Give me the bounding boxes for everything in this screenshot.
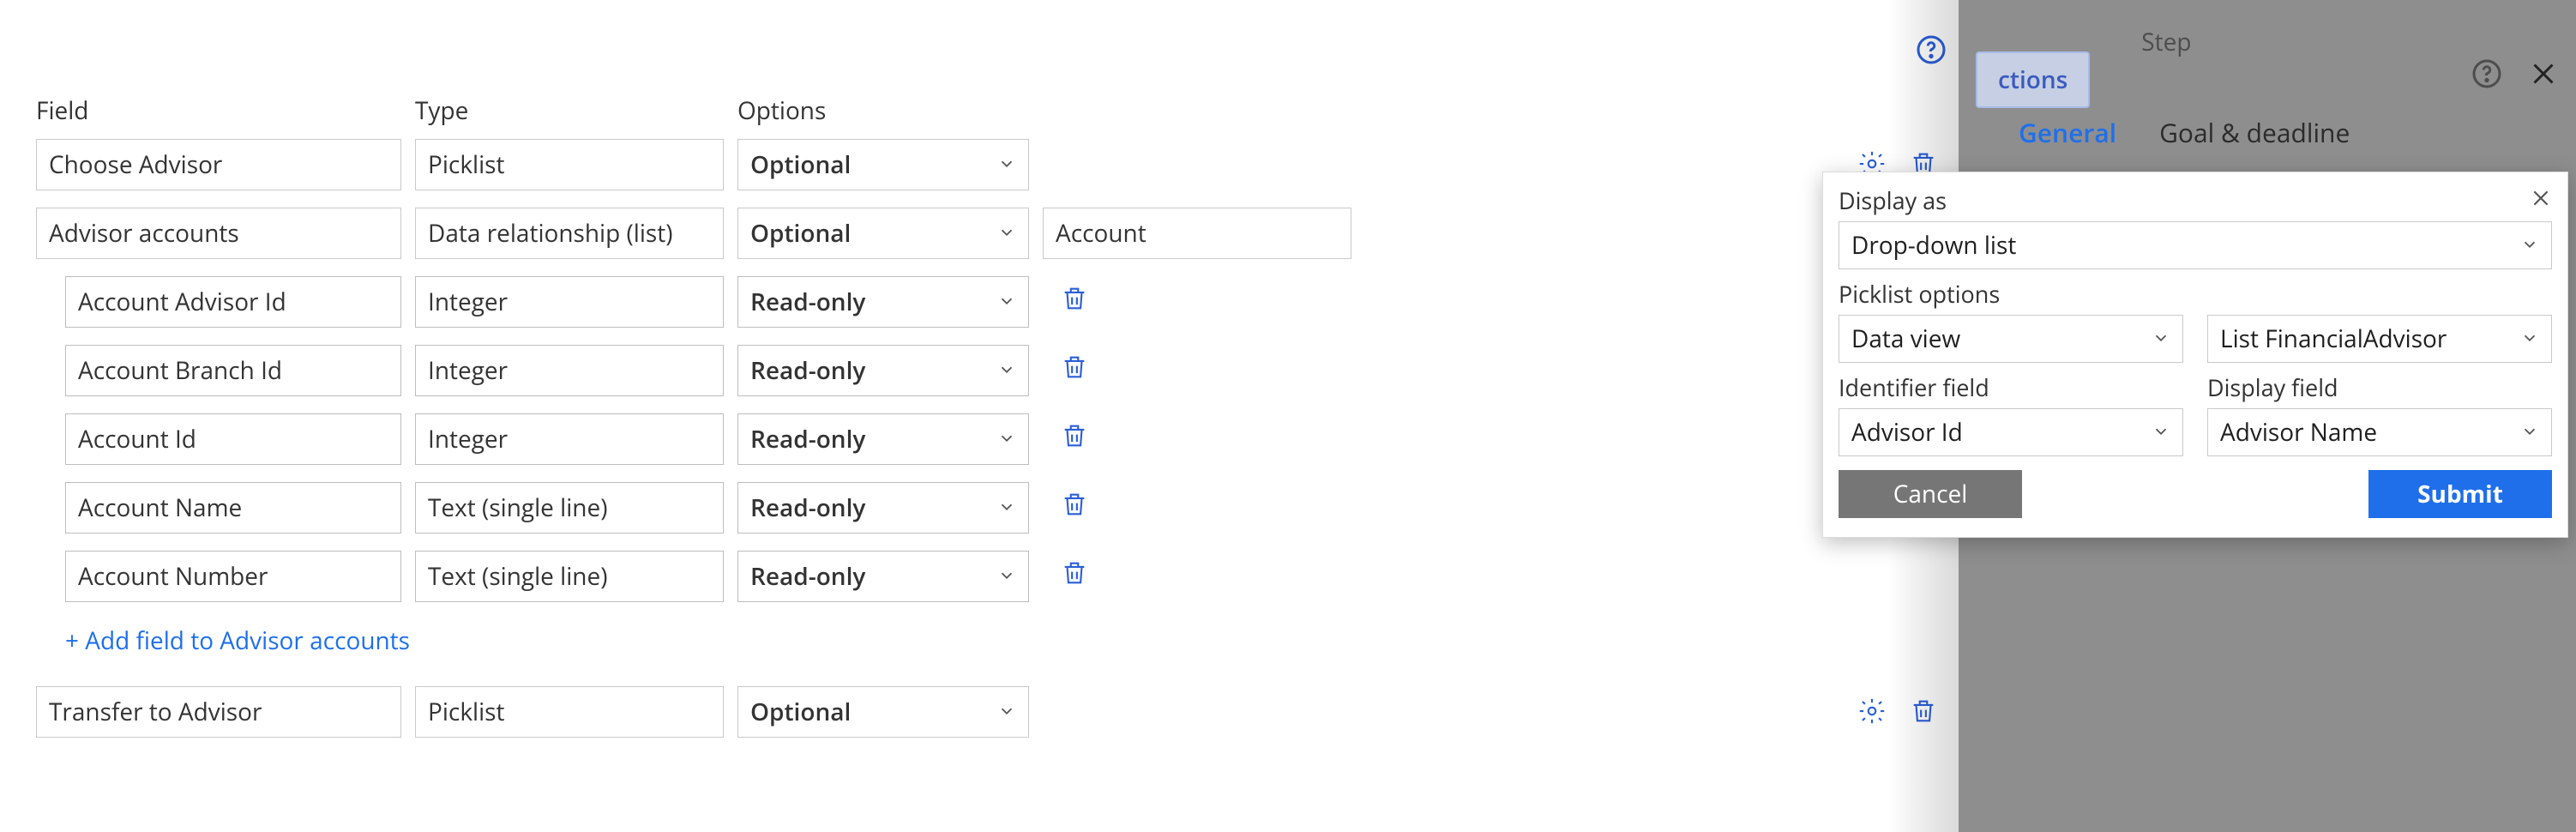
- picklist-options-select[interactable]: Data view: [1839, 315, 2183, 363]
- field-row-child: Account Advisor Id Integer Read-only: [17, 276, 1998, 328]
- chevron-down-icon: [2520, 323, 2539, 355]
- field-options-value: Read-only: [750, 423, 865, 455]
- tab-general[interactable]: General: [2019, 115, 2116, 150]
- display-as-value: Drop-down list: [1851, 229, 2016, 262]
- field-options-select[interactable]: Read-only: [737, 345, 1029, 396]
- field-row-child: Account Id Integer Read-only: [17, 413, 1998, 465]
- field-options-select[interactable]: Read-only: [737, 276, 1029, 328]
- chevron-down-icon: [2520, 416, 2539, 449]
- chevron-down-icon: [997, 423, 1016, 455]
- field-options-value: Read-only: [750, 491, 865, 524]
- field-options-select[interactable]: Optional: [737, 686, 1029, 738]
- chevron-down-icon: [997, 354, 1016, 387]
- display-field-select[interactable]: Advisor Name: [2207, 408, 2552, 456]
- submit-button[interactable]: Submit: [2368, 470, 2552, 518]
- field-reference-input[interactable]: Account: [1043, 208, 1351, 259]
- source-label: [2207, 278, 2213, 310]
- picklist-options-value: Data view: [1851, 323, 1960, 355]
- source-value: List FinancialAdvisor: [2220, 323, 2447, 355]
- field-row-advisor-accounts: Advisor accounts Data relationship (list…: [17, 208, 1998, 259]
- field-options-value: Read-only: [750, 354, 865, 387]
- field-options-select[interactable]: Read-only: [737, 482, 1029, 534]
- field-type-input[interactable]: Integer: [415, 276, 724, 328]
- chevron-down-icon: [2520, 229, 2539, 262]
- field-name-input[interactable]: Account Number: [65, 551, 401, 602]
- display-field-value: Advisor Name: [2220, 416, 2377, 449]
- field-row-child: Account Number Text (single line) Read-onl…: [17, 551, 1998, 602]
- add-field-link[interactable]: + Add field to Advisor accounts: [17, 624, 1998, 657]
- header-type: Type: [415, 94, 724, 127]
- field-options-value: Read-only: [750, 286, 865, 318]
- field-type-input[interactable]: Integer: [415, 345, 724, 396]
- identifier-field-value: Advisor Id: [1851, 416, 1963, 449]
- chevron-down-icon: [997, 286, 1016, 318]
- chevron-down-icon: [997, 148, 1016, 181]
- field-name-input[interactable]: Advisor accounts: [36, 208, 401, 259]
- field-row-choose-advisor: Choose Advisor Picklist Optional: [17, 139, 1998, 190]
- field-options-select[interactable]: Read-only: [737, 413, 1029, 465]
- field-name-input[interactable]: Account Name: [65, 482, 401, 534]
- chevron-down-icon: [997, 696, 1016, 728]
- identifier-field-label: Identifier field: [1839, 371, 1989, 403]
- field-row-child: Account Name Text (single line) Read-only: [17, 482, 1998, 534]
- close-icon[interactable]: [2528, 58, 2559, 97]
- field-name-input[interactable]: Transfer to Advisor: [36, 686, 401, 738]
- display-as-select[interactable]: Drop-down list: [1839, 221, 2552, 269]
- field-row-child: Account Branch Id Integer Read-only: [17, 345, 1998, 396]
- trash-icon[interactable]: [1060, 353, 1089, 389]
- field-name-input[interactable]: Account Branch Id: [65, 345, 401, 396]
- field-options-select[interactable]: Read-only: [737, 551, 1029, 602]
- field-type-input[interactable]: Picklist: [415, 139, 724, 190]
- field-options-value: Optional: [750, 217, 851, 250]
- header-options: Options: [737, 94, 1029, 127]
- tab-goal-deadline[interactable]: Goal & deadline: [2159, 115, 2350, 150]
- form-designer: Field Type Options Choose Advisor Pickli…: [0, 0, 2015, 832]
- trash-icon[interactable]: [1060, 558, 1089, 595]
- trash-icon[interactable]: [1060, 421, 1089, 458]
- side-tabs: General Goal & deadline: [1959, 115, 2576, 150]
- identifier-field-select[interactable]: Advisor Id: [1839, 408, 2183, 456]
- source-select[interactable]: List FinancialAdvisor: [2207, 315, 2552, 363]
- field-options-select[interactable]: Optional: [737, 208, 1029, 259]
- picklist-options-label: Picklist options: [1839, 278, 2000, 310]
- field-type-input[interactable]: Text (single line): [415, 551, 724, 602]
- field-row-transfer-advisor: Transfer to Advisor Picklist Optional: [17, 686, 1998, 738]
- field-name-input[interactable]: Choose Advisor: [36, 139, 401, 190]
- chevron-down-icon: [997, 560, 1016, 593]
- close-icon[interactable]: [2530, 184, 2552, 216]
- column-headers: Field Type Options: [17, 94, 1998, 127]
- chevron-down-icon: [997, 217, 1016, 250]
- step-label: Step: [2141, 26, 2471, 58]
- header-field: Field: [36, 94, 401, 127]
- display-field-label: Display field: [2207, 371, 2338, 403]
- field-options-value: Read-only: [750, 560, 865, 593]
- field-name-input[interactable]: Account Advisor Id: [65, 276, 401, 328]
- chevron-down-icon: [997, 491, 1016, 524]
- chevron-down-icon: [2152, 416, 2170, 449]
- field-options-value: Optional: [750, 148, 851, 181]
- gear-icon[interactable]: [1857, 696, 1887, 733]
- field-options-select[interactable]: Optional: [737, 139, 1029, 190]
- help-icon[interactable]: [2471, 58, 2502, 97]
- field-type-input[interactable]: Text (single line): [415, 482, 724, 534]
- picklist-config-modal: Display as Drop-down list Picklist optio…: [1822, 172, 2568, 538]
- field-type-input[interactable]: Data relationship (list): [415, 208, 724, 259]
- trash-icon[interactable]: [1060, 490, 1089, 527]
- display-as-label: Display as: [1839, 184, 1947, 216]
- cancel-button[interactable]: Cancel: [1839, 470, 2022, 518]
- chevron-down-icon: [2152, 323, 2170, 355]
- field-name-input[interactable]: Account Id: [65, 413, 401, 465]
- trash-icon[interactable]: [1060, 284, 1089, 321]
- field-type-input[interactable]: Integer: [415, 413, 724, 465]
- field-options-value: Optional: [750, 696, 851, 728]
- field-type-input[interactable]: Picklist: [415, 686, 724, 738]
- actions-button[interactable]: ctions: [1976, 51, 2090, 108]
